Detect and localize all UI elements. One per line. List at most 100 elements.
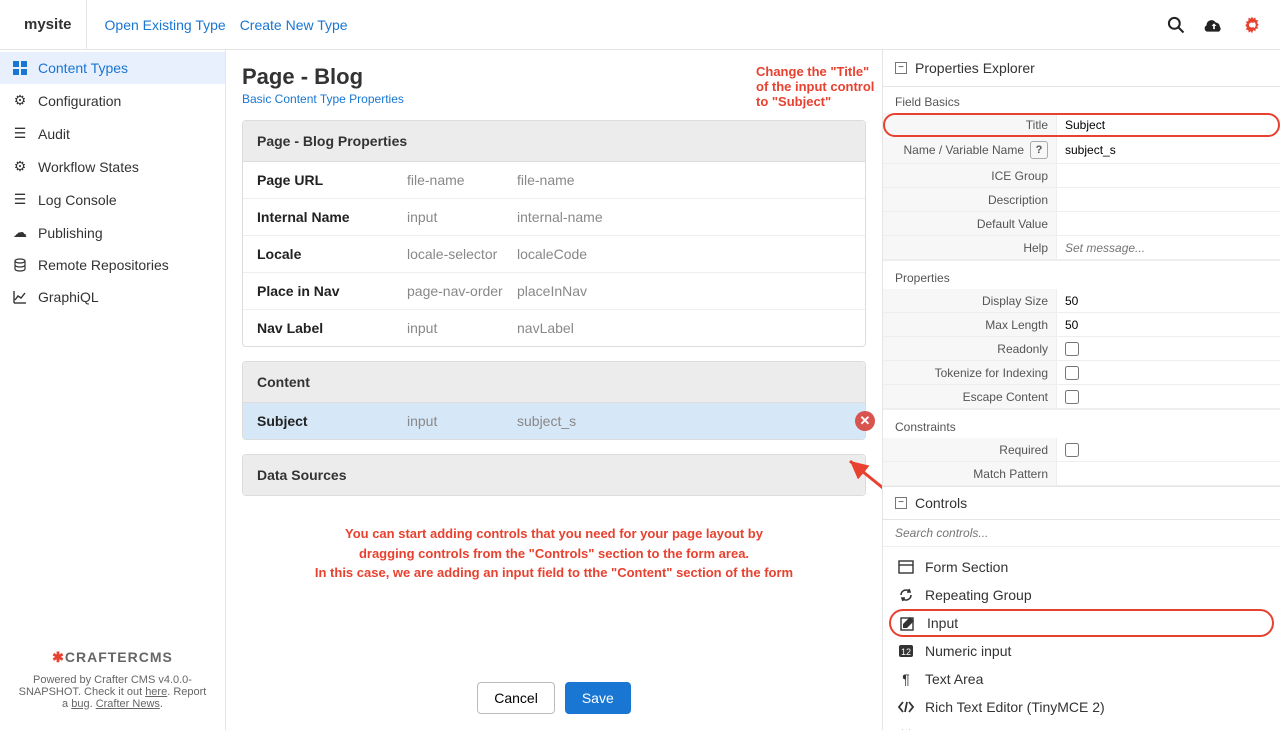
site-name: mysite bbox=[10, 0, 87, 49]
prop-variable-name: Name / Variable Name? bbox=[883, 137, 1280, 164]
sidebar-item-content-types[interactable]: Content Types bbox=[0, 52, 225, 84]
crafter-gear-icon[interactable] bbox=[1242, 15, 1262, 35]
list-icon: ☰ bbox=[12, 191, 28, 208]
sidebar-item-log-console[interactable]: ☰Log Console bbox=[0, 183, 225, 216]
gear-icon: ⚙ bbox=[12, 158, 28, 175]
cloud-upload-icon[interactable] bbox=[1204, 15, 1224, 35]
footer-here-link[interactable]: here bbox=[145, 686, 167, 698]
prop-default-value: Default Value bbox=[883, 212, 1280, 236]
prop-display-size: Display Size bbox=[883, 289, 1280, 313]
code-icon bbox=[897, 698, 915, 716]
prop-escape-content: Escape Content bbox=[883, 385, 1280, 409]
properties-panel: Page - Blog Properties Page URLfile-name… bbox=[242, 120, 866, 347]
variable-name-input[interactable] bbox=[1065, 143, 1272, 157]
prop-match-pattern: Match Pattern bbox=[883, 462, 1280, 486]
help-icon[interactable]: ? bbox=[1030, 141, 1048, 159]
field-row[interactable]: Page URLfile-namefile-name bbox=[243, 162, 865, 199]
sidebar-footer: ✱CRAFTERCMS Powered by Crafter CMS v4.0.… bbox=[0, 637, 225, 730]
prop-max-length: Max Length bbox=[883, 313, 1280, 337]
sidebar-item-configuration[interactable]: ⚙Configuration bbox=[0, 84, 225, 117]
main-content: Change the "Title" of the input control … bbox=[226, 50, 882, 730]
delete-field-icon[interactable]: ✕ bbox=[855, 411, 875, 431]
prop-required: Required bbox=[883, 438, 1280, 462]
crafter-logo: ✱CRAFTERCMS bbox=[16, 649, 209, 666]
prop-ice-group: ICE Group bbox=[883, 164, 1280, 188]
properties-panel-header: Page - Blog Properties bbox=[243, 121, 865, 162]
default-value-input[interactable] bbox=[1065, 217, 1272, 231]
readonly-checkbox[interactable] bbox=[1065, 342, 1079, 356]
max-length-input[interactable] bbox=[1065, 318, 1272, 332]
field-basics-label: Field Basics bbox=[883, 87, 1280, 113]
form-section-icon bbox=[897, 558, 915, 576]
required-checkbox[interactable] bbox=[1065, 443, 1079, 457]
ice-group-input[interactable] bbox=[1065, 169, 1272, 183]
open-existing-type-link[interactable]: Open Existing Type bbox=[101, 13, 230, 37]
save-button[interactable]: Save bbox=[565, 682, 631, 714]
content-panel: Content Subject input subject_s ✕ bbox=[242, 361, 866, 440]
sidebar-item-graphiql[interactable]: GraphiQL bbox=[0, 281, 225, 313]
field-row[interactable]: Nav LabelinputnavLabel bbox=[243, 310, 865, 346]
control-text-area[interactable]: ¶Text Area bbox=[889, 665, 1274, 693]
control-repeating-group[interactable]: Repeating Group bbox=[889, 581, 1274, 609]
sidebar: Content Types ⚙Configuration ☰Audit ⚙Wor… bbox=[0, 50, 226, 730]
sidebar-item-workflow-states[interactable]: ⚙Workflow States bbox=[0, 150, 225, 183]
controls-section-header[interactable]: −Controls bbox=[883, 486, 1280, 520]
prop-title: Title bbox=[883, 113, 1280, 137]
cloud-icon: ☁ bbox=[12, 224, 28, 241]
display-size-input[interactable] bbox=[1065, 294, 1272, 308]
search-controls-input[interactable] bbox=[883, 520, 1280, 547]
grid-icon bbox=[12, 61, 28, 75]
tokenize-checkbox[interactable] bbox=[1065, 366, 1079, 380]
database-icon bbox=[12, 258, 28, 272]
data-sources-panel: Data Sources bbox=[242, 454, 866, 496]
content-panel-header: Content bbox=[243, 362, 865, 403]
properties-group-label: Properties bbox=[883, 260, 1280, 289]
collapse-icon: − bbox=[895, 62, 907, 74]
annotation-title-change: Change the "Title" of the input control … bbox=[756, 64, 882, 109]
prop-readonly: Readonly bbox=[883, 337, 1280, 361]
svg-text:12: 12 bbox=[901, 647, 911, 657]
code-icon bbox=[897, 726, 915, 730]
annotation-instructions: You can start adding controls that you n… bbox=[242, 524, 866, 583]
gear-icon: ⚙ bbox=[12, 92, 28, 109]
field-row-subject[interactable]: Subject input subject_s ✕ bbox=[243, 403, 865, 439]
list-icon: ☰ bbox=[12, 125, 28, 142]
numeric-icon: 12 bbox=[897, 642, 915, 660]
match-pattern-input[interactable] bbox=[1065, 467, 1272, 481]
field-row[interactable]: Internal Nameinputinternal-name bbox=[243, 199, 865, 236]
control-rte-tinymce5[interactable]: Rich Text Editor (TinyMCE 5) bbox=[889, 721, 1274, 730]
prop-help: Help bbox=[883, 236, 1280, 260]
chart-icon bbox=[12, 290, 28, 304]
paragraph-icon: ¶ bbox=[897, 670, 915, 688]
field-row[interactable]: Place in Navpage-nav-orderplaceInNav bbox=[243, 273, 865, 310]
search-icon[interactable] bbox=[1166, 15, 1186, 35]
collapse-icon: − bbox=[895, 497, 907, 509]
create-new-type-link[interactable]: Create New Type bbox=[236, 13, 352, 37]
control-form-section[interactable]: Form Section bbox=[889, 553, 1274, 581]
sidebar-item-audit[interactable]: ☰Audit bbox=[0, 117, 225, 150]
help-input[interactable] bbox=[1065, 241, 1272, 255]
constraints-group-label: Constraints bbox=[883, 409, 1280, 438]
sidebar-item-remote-repositories[interactable]: Remote Repositories bbox=[0, 249, 225, 281]
cancel-button[interactable]: Cancel bbox=[477, 682, 555, 714]
control-rte-tinymce2[interactable]: Rich Text Editor (TinyMCE 2) bbox=[889, 693, 1274, 721]
escape-checkbox[interactable] bbox=[1065, 390, 1079, 404]
data-sources-panel-header: Data Sources bbox=[243, 455, 865, 495]
title-input[interactable] bbox=[1065, 118, 1272, 132]
top-links: Open Existing Type Create New Type bbox=[87, 13, 352, 37]
footer-bug-link[interactable]: bug bbox=[71, 698, 89, 710]
prop-tokenize: Tokenize for Indexing bbox=[883, 361, 1280, 385]
field-row[interactable]: Localelocale-selectorlocaleCode bbox=[243, 236, 865, 273]
pencil-square-icon bbox=[899, 614, 917, 632]
top-bar: mysite Open Existing Type Create New Typ… bbox=[0, 0, 1280, 50]
sidebar-item-label: Content Types bbox=[38, 60, 128, 76]
properties-explorer: −Properties Explorer Field Basics Title … bbox=[882, 50, 1280, 730]
properties-explorer-header[interactable]: −Properties Explorer bbox=[883, 50, 1280, 87]
control-numeric-input[interactable]: 12Numeric input bbox=[889, 637, 1274, 665]
control-input[interactable]: Input bbox=[889, 609, 1274, 637]
repeat-icon bbox=[897, 586, 915, 604]
sidebar-item-publishing[interactable]: ☁Publishing bbox=[0, 216, 225, 249]
description-input[interactable] bbox=[1065, 193, 1272, 207]
footer-news-link[interactable]: Crafter News bbox=[96, 698, 160, 710]
prop-description: Description bbox=[883, 188, 1280, 212]
